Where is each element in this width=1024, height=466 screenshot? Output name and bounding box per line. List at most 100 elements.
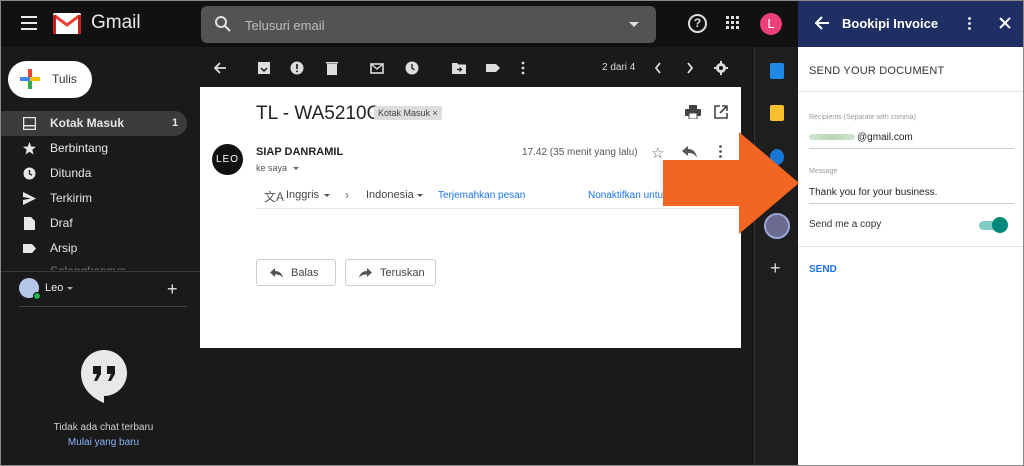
panel-title: Bookipi Invoice bbox=[842, 16, 939, 31]
addon-side-panel: + bbox=[754, 47, 798, 465]
translate-message-link[interactable]: Terjemahkan pesan bbox=[438, 190, 525, 201]
label-icon bbox=[23, 244, 36, 253]
delete-icon[interactable] bbox=[325, 61, 339, 75]
sidebar-item-snoozed[interactable]: Ditunda bbox=[1, 161, 191, 186]
search-input[interactable] bbox=[245, 16, 605, 34]
print-icon[interactable] bbox=[685, 105, 701, 119]
sidebar-item-label: Arsip bbox=[50, 241, 78, 255]
panel-header: Bookipi Invoice bbox=[798, 1, 1023, 47]
email-message-card: TL - WA5210G Kotak Masuk × LEO SIAP DANR… bbox=[200, 87, 741, 348]
draft-icon bbox=[24, 217, 35, 230]
settings-gear-icon[interactable] bbox=[714, 61, 728, 75]
sidebar-nav: Kotak Masuk 1 Berbintang Ditunda Terkiri… bbox=[1, 111, 191, 261]
move-to-icon[interactable] bbox=[452, 61, 466, 75]
new-chat-plus-icon[interactable]: + bbox=[167, 279, 178, 300]
gmail-logo-icon[interactable] bbox=[53, 13, 81, 34]
sidebar-item-inbox[interactable]: Kotak Masuk 1 bbox=[1, 111, 187, 136]
send-button[interactable]: SEND bbox=[809, 264, 837, 275]
search-bar[interactable] bbox=[201, 6, 656, 43]
sidebar-item-label: Berbintang bbox=[50, 141, 109, 155]
more-actions-icon[interactable] bbox=[521, 61, 525, 75]
sidebar-item-more[interactable]: Selengkapnya bbox=[50, 264, 126, 270]
compose-label: Tulis bbox=[52, 72, 77, 86]
hangouts-user-name[interactable]: Leo bbox=[45, 282, 63, 294]
source-language-caret-icon[interactable] bbox=[324, 194, 330, 197]
hangouts-divider bbox=[19, 306, 187, 307]
send-copy-toggle[interactable] bbox=[979, 217, 1008, 233]
hangouts-bubble-icon bbox=[81, 350, 127, 403]
snooze-clock-icon[interactable] bbox=[405, 61, 419, 75]
apps-grid-icon[interactable] bbox=[726, 16, 740, 30]
email-timestamp: 17.42 (35 menit yang lalu) bbox=[522, 147, 638, 158]
reply-button-label: Balas bbox=[291, 267, 319, 279]
compose-button[interactable]: Tulis bbox=[8, 61, 92, 98]
sidebar-item-label: Draf bbox=[50, 216, 73, 230]
bookipi-invoice-panel: Bookipi Invoice SEND YOUR DOCUMENT Recip… bbox=[798, 1, 1023, 465]
older-chevron-icon[interactable] bbox=[685, 61, 695, 75]
sender-avatar[interactable]: LEO bbox=[212, 144, 243, 175]
source-language-select[interactable]: Inggris bbox=[286, 189, 319, 201]
callout-arrow-icon bbox=[663, 132, 799, 234]
sidebar-item-label: Kotak Masuk bbox=[50, 116, 125, 130]
recipient-details-caret-icon[interactable] bbox=[293, 167, 299, 170]
sidebar-item-sent[interactable]: Terkirim bbox=[1, 186, 191, 211]
target-language-caret-icon[interactable] bbox=[417, 194, 423, 197]
newer-chevron-icon[interactable] bbox=[653, 61, 663, 75]
calendar-icon[interactable] bbox=[770, 63, 784, 79]
label-tag-icon[interactable] bbox=[486, 61, 500, 75]
recipients-field[interactable]: @gmail.com bbox=[809, 132, 913, 143]
sender-name[interactable]: SIAP DANRAMIL bbox=[256, 146, 343, 158]
recipient-summary[interactable]: ke saya bbox=[256, 163, 287, 173]
forward-button[interactable]: Teruskan bbox=[345, 259, 436, 286]
report-spam-icon[interactable] bbox=[290, 61, 304, 75]
sidebar-item-archive[interactable]: Arsip bbox=[1, 236, 191, 261]
send-icon bbox=[23, 192, 36, 205]
label-chip[interactable]: Kotak Masuk × bbox=[374, 106, 442, 120]
section-heading: SEND YOUR DOCUMENT bbox=[809, 65, 945, 77]
open-new-window-icon[interactable] bbox=[714, 105, 728, 119]
section-divider bbox=[798, 91, 1023, 92]
pagination-text: 2 dari 4 bbox=[602, 62, 636, 73]
email-subject: TL - WA5210G bbox=[256, 103, 382, 124]
main-menu-icon[interactable] bbox=[21, 16, 37, 30]
hangouts-user-caret-icon[interactable] bbox=[67, 287, 73, 290]
sidebar-item-starred[interactable]: Berbintang bbox=[1, 136, 191, 161]
unread-count: 1 bbox=[172, 117, 179, 129]
back-arrow-icon[interactable] bbox=[814, 15, 830, 31]
translate-icon: 文A bbox=[264, 190, 285, 204]
forward-icon bbox=[359, 268, 372, 278]
sidebar-item-label: Ditunda bbox=[50, 166, 92, 180]
hangouts-avatar[interactable] bbox=[19, 278, 41, 300]
chevron-right-icon: › bbox=[345, 188, 349, 202]
back-arrow-icon[interactable] bbox=[213, 61, 227, 75]
recipients-label: Recipients (Separate with comma) bbox=[809, 114, 916, 121]
keep-icon[interactable] bbox=[770, 105, 784, 121]
search-options-icon[interactable] bbox=[629, 22, 639, 27]
toggle-knob bbox=[992, 217, 1008, 233]
clock-icon bbox=[23, 167, 36, 180]
message-label: Message bbox=[809, 168, 838, 175]
message-field[interactable]: Thank you for your business. bbox=[809, 187, 937, 198]
help-icon[interactable]: ? bbox=[688, 14, 707, 33]
target-language-select[interactable]: Indonesia bbox=[366, 189, 414, 201]
account-avatar[interactable]: L bbox=[760, 13, 782, 35]
compose-plus-icon bbox=[20, 69, 40, 89]
archive-icon[interactable] bbox=[257, 61, 271, 75]
no-chat-text: Tidak ada chat terbaru bbox=[53, 422, 154, 433]
panel-more-icon[interactable] bbox=[968, 17, 971, 30]
gmail-brand: Gmail bbox=[91, 12, 141, 33]
disable-translation-link[interactable]: Nonaktifkan untuk bbox=[588, 190, 664, 201]
start-new-chat-link[interactable]: Mulai yang baru bbox=[1, 437, 206, 448]
reply-button[interactable]: Balas bbox=[256, 259, 336, 286]
recipients-value: @gmail.com bbox=[857, 132, 913, 143]
gmail-header: Gmail ? L bbox=[1, 1, 798, 47]
search-icon[interactable] bbox=[214, 15, 232, 33]
send-copy-label: Send me a copy bbox=[809, 219, 882, 230]
close-icon[interactable] bbox=[999, 17, 1011, 29]
online-status-dot bbox=[33, 292, 41, 300]
star-icon bbox=[23, 142, 36, 155]
app-window: Gmail ? L Tulis Kotak Masu bbox=[0, 0, 1024, 466]
sidebar-item-drafts[interactable]: Draf bbox=[1, 211, 191, 236]
get-addons-plus-icon[interactable]: + bbox=[770, 258, 781, 279]
mark-unread-icon[interactable] bbox=[370, 61, 384, 75]
